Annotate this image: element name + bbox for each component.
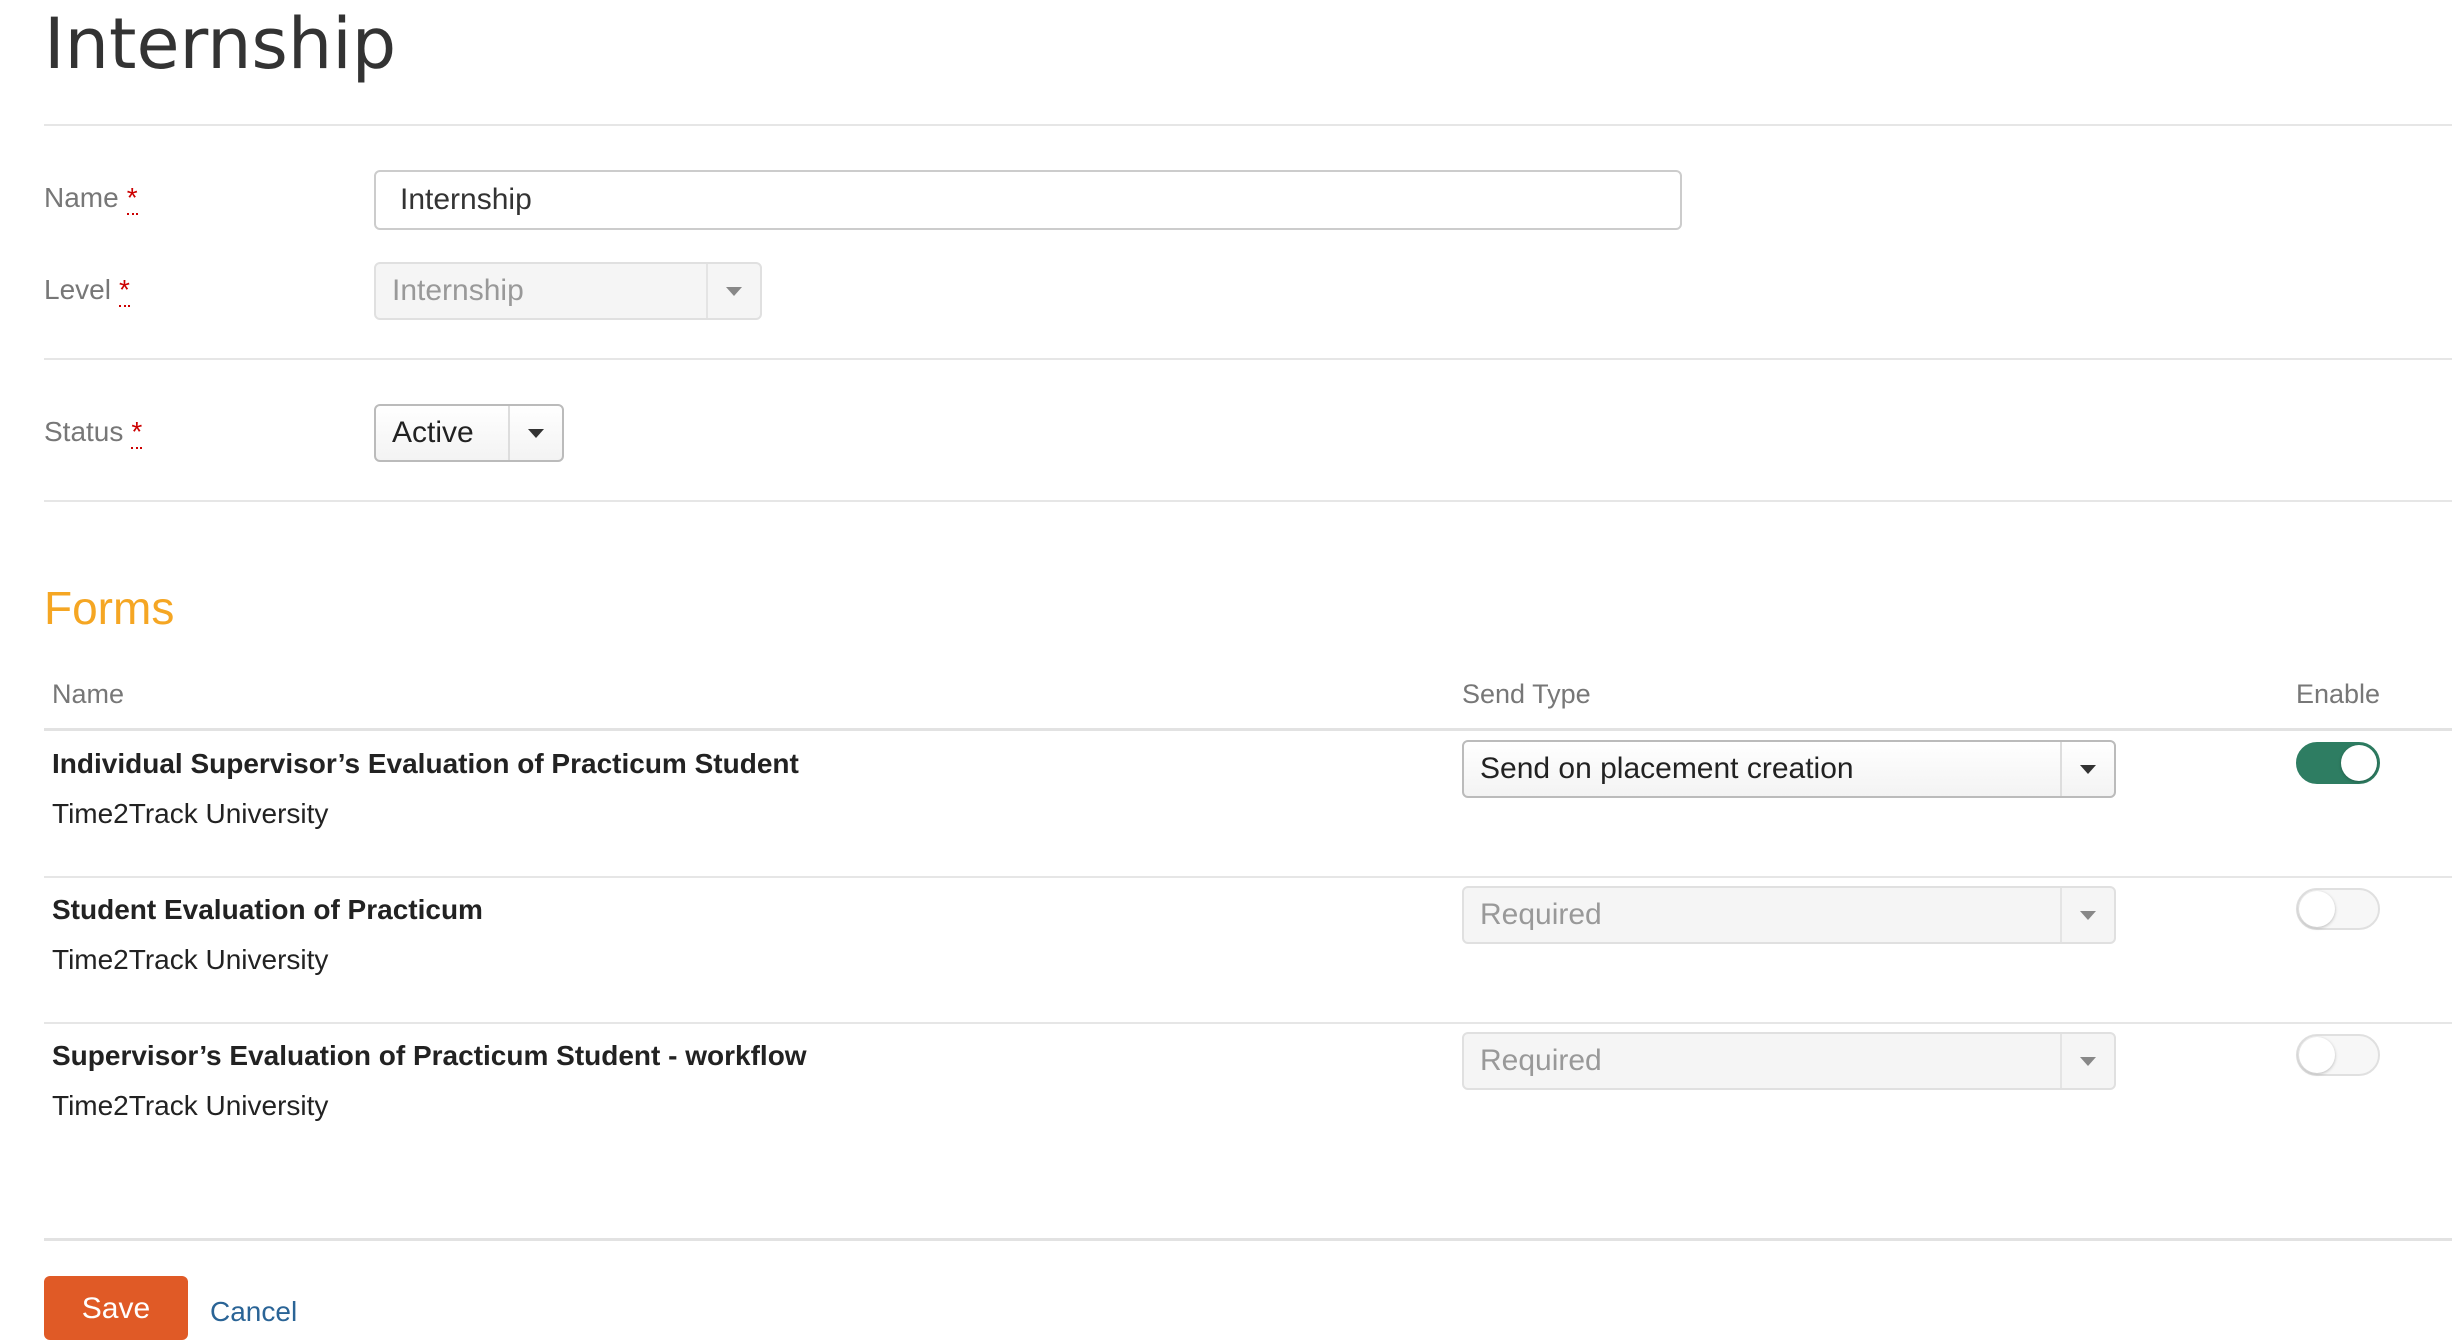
toggle-knob <box>2299 1037 2335 1073</box>
divider <box>44 500 2452 502</box>
status-select-toggle[interactable] <box>508 406 562 460</box>
column-header-enable: Enable <box>2296 679 2381 709</box>
send-type-select-toggle[interactable] <box>2060 742 2114 796</box>
send-type-select-value: Required <box>1480 1044 1602 1077</box>
level-select-value: Internship <box>392 274 524 307</box>
divider <box>44 1238 2452 1241</box>
send-type-select[interactable]: Send on placement creation <box>1462 740 2116 798</box>
table-header-divider <box>44 728 2452 731</box>
name-label-text: Name <box>44 182 119 213</box>
table-row-divider <box>44 876 2452 878</box>
form-row-name: Student Evaluation of Practicum <box>52 894 483 925</box>
send-type-select-value: Required <box>1480 898 1602 931</box>
enable-toggle[interactable] <box>2296 888 2380 930</box>
enable-toggle[interactable] <box>2296 742 2380 784</box>
page-title: Internship <box>44 3 397 85</box>
caret-down-icon <box>2080 910 2096 920</box>
level-label-text: Level <box>44 274 111 305</box>
column-header-name: Name <box>52 679 125 709</box>
status-select-value: Active <box>392 416 474 449</box>
status-label-text: Status <box>44 416 124 447</box>
table-row-divider <box>44 1022 2452 1024</box>
enable-toggle[interactable] <box>2296 1034 2380 1076</box>
toggle-knob <box>2341 745 2377 781</box>
name-input[interactable] <box>374 170 1682 230</box>
divider <box>44 358 2452 360</box>
send-type-select[interactable]: Required <box>1462 886 2116 944</box>
save-button[interactable]: Save <box>44 1276 188 1340</box>
required-marker: * <box>118 274 130 307</box>
name-label: Name * <box>44 180 138 216</box>
send-type-select-toggle[interactable] <box>2060 888 2114 942</box>
form-row-org: Time2Track University <box>52 944 329 975</box>
column-header-send-type: Send Type <box>1462 679 1591 709</box>
send-type-select-toggle[interactable] <box>2060 1034 2114 1088</box>
form-row-name: Supervisor’s Evaluation of Practicum Stu… <box>52 1040 807 1071</box>
caret-down-icon <box>528 428 544 438</box>
required-marker: * <box>126 182 138 215</box>
required-marker: * <box>131 416 143 449</box>
caret-down-icon <box>2080 764 2096 774</box>
form-row-org: Time2Track University <box>52 1090 329 1121</box>
level-select-toggle[interactable] <box>706 264 760 318</box>
send-type-select-value: Send on placement creation <box>1480 752 1854 785</box>
level-select[interactable]: Internship <box>374 262 762 320</box>
toggle-knob <box>2299 891 2335 927</box>
caret-down-icon <box>726 286 742 296</box>
status-select[interactable]: Active <box>374 404 564 462</box>
forms-section-title: Forms <box>44 582 175 634</box>
divider <box>44 124 2452 126</box>
status-label: Status * <box>44 414 143 450</box>
form-row-name: Individual Supervisor’s Evaluation of Pr… <box>52 748 799 779</box>
level-label: Level * <box>44 272 130 308</box>
cancel-link[interactable]: Cancel <box>210 1294 297 1330</box>
form-row-org: Time2Track University <box>52 798 329 829</box>
send-type-select[interactable]: Required <box>1462 1032 2116 1090</box>
caret-down-icon <box>2080 1056 2096 1066</box>
